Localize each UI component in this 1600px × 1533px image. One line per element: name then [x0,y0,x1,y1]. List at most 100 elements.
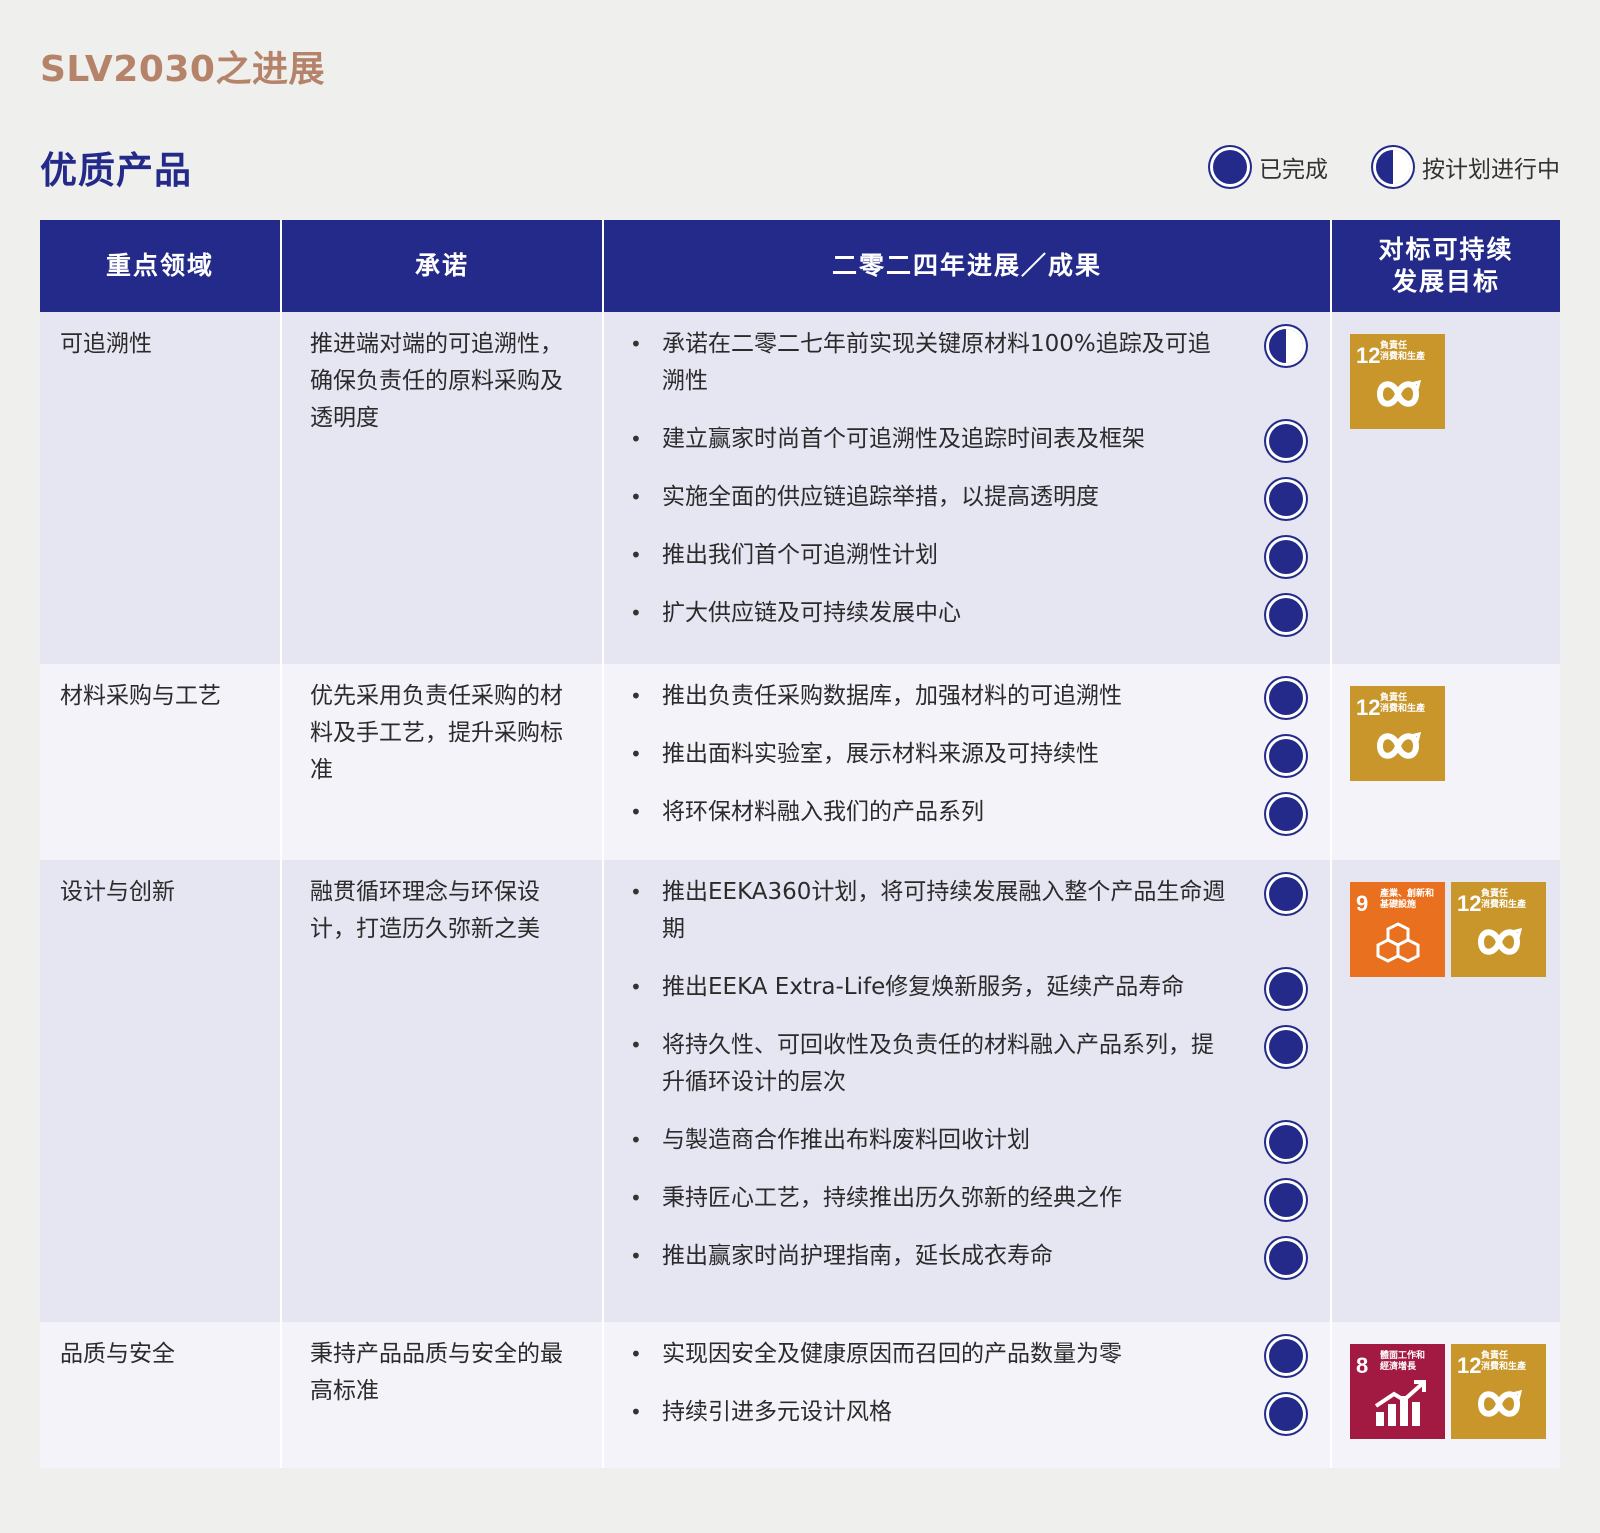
status-indicator [1266,969,1306,1006]
bullet: • [630,427,642,451]
table-header: 重点领域 承诺 二零二四年进展／成果 对标可持续 发展目标 [40,220,1560,312]
in-progress-status-icon [1269,329,1303,363]
bullet: • [630,1342,642,1366]
sdg-goal-9-tile: 9 產業、創新和 基礎設施 [1350,882,1445,977]
table-row: 可追溯性 推进端对端的可追溯性，确保负责任的原料采购及透明度 • 承诺在二零二七年前实… [40,312,1560,664]
progress-item-text: 持续引进多元设计风格 [662,1399,892,1425]
status-indicator [1266,1122,1306,1159]
completed-status-icon [1269,681,1303,715]
sdg-goal-label: 負責任 消費和生產 [1481,889,1527,910]
table-row: 设计与创新 融贯循环理念与环保设计，打造历久弥新之美 • 推出EEKA360计划，将可… [40,860,1560,1322]
completed-status-icon [1269,1030,1303,1064]
progress-item-text: 推出赢家时尚护理指南，延长成衣寿命 [662,1243,1053,1269]
progress-item-text: 秉持匠心工艺，持续推出历久弥新的经典之作 [662,1185,1122,1211]
focus-area-cell: 设计与创新 [60,879,175,905]
status-indicator [1266,794,1306,831]
column-header-progress: 二零二四年进展／成果 [602,220,1330,312]
completed-status-icon [1269,797,1303,831]
progress-item-text: 推出面料实验室，展示材料来源及可持续性 [662,741,1099,767]
progress-item-text: 实施全面的供应链追踪举措，以提高透明度 [662,484,1099,510]
progress-item: • 建立赢家时尚首个可追溯性及追踪时间表及框架 [628,421,1306,458]
status-indicator [1266,421,1306,458]
bullet: • [630,1128,642,1152]
table-row: 品质与安全 秉持产品品质与安全的最高标准 • 实现因安全及健康原因而召回的产品数量为零… [40,1322,1560,1468]
completed-status-icon [1269,482,1303,516]
sdg-goal-number: 12 [1457,891,1482,916]
bullet: • [630,1244,642,1268]
status-indicator [1266,678,1306,715]
progress-item: • 推出EEKA360计划，将可持续发展融入整个产品生命週期 [628,874,1306,948]
progress-cell: • 承诺在二零二七年前实现关键原材料100%追踪及可追溯性 • 建立赢家时尚首个可追溯… [602,312,1330,664]
sdg-goal-label: 產業、創新和 基礎設施 [1380,889,1435,910]
completed-status-icon [1269,1183,1303,1217]
status-indicator [1266,479,1306,516]
commitment-cell: 秉持产品品质与安全的最高标准 [280,1322,602,1468]
status-legend: 已完成 按计划进行中 [1165,150,1560,184]
completed-status-icon [1213,150,1247,184]
bullet: • [630,975,642,999]
page-title: 优质产品 [40,149,192,192]
progress-item: • 推出EEKA Extra-Life修复焕新服务，延续产品寿命 [628,969,1306,1006]
completed-status-icon [1269,1339,1303,1373]
in-progress-status-icon [1376,150,1410,184]
focus-area-cell: 可追溯性 [60,331,152,357]
progress-item: • 持续引进多元设计风格 [628,1394,1306,1431]
sdg-goal-label: 負責任 消費和生產 [1481,1351,1527,1372]
commitment-cell: 推进端对端的可追溯性，确保负责任的原料采购及透明度 [280,312,602,664]
progress-item: • 秉持匠心工艺，持续推出历久弥新的经典之作 [628,1180,1306,1217]
bullet: • [630,601,642,625]
bullet: • [630,1033,642,1057]
progress-cell: • 推出EEKA360计划，将可持续发展融入整个产品生命週期 • 推出EEKA Ext… [602,860,1330,1322]
sdg-goal-number: 12 [1457,1353,1482,1378]
progress-item: • 承诺在二零二七年前实现关键原材料100%追踪及可追溯性 [628,326,1306,400]
sdg-goal-12-tile: 12 負責任 消費和生產 [1451,1344,1546,1439]
progress-item: • 将环保材料融入我们的产品系列 [628,794,1306,831]
progress-item: • 与製造商合作推出布料废料回收计划 [628,1122,1306,1159]
sdg-cell: 8 體面工作和 經濟增長 12 負責任 消費和生產 [1330,1322,1560,1468]
sdg-goal-number: 9 [1356,891,1369,916]
table-body: 可追溯性 推进端对端的可追溯性，确保负责任的原料采购及透明度 • 承诺在二零二七年前实… [40,312,1560,1468]
status-indicator [1266,326,1306,363]
status-indicator [1266,1394,1306,1431]
commitment-cell: 融贯循环理念与环保设计，打造历久弥新之美 [280,860,602,1322]
bullet: • [630,742,642,766]
legend-completed: 已完成 [1213,150,1328,184]
progress-item-text: 承诺在二零二七年前实现关键原材料100%追踪及可追溯性 [662,331,1211,394]
completed-status-icon [1269,739,1303,773]
progress-item: • 实施全面的供应链追踪举措，以提高透明度 [628,479,1306,516]
table-row: 材料采购与工艺 优先采用负责任采购的材料及手工艺，提升采购标准 • 推出负责任采购数据… [40,664,1560,860]
bullet: • [630,1186,642,1210]
sdg-cell: 12 負責任 消費和生產 [1330,664,1560,860]
sdg-goal-number: 12 [1356,695,1381,720]
bullet: • [630,485,642,509]
bullet: • [630,543,642,567]
progress-item-text: 推出EEKA360计划，将可持续发展融入整个产品生命週期 [662,879,1226,942]
completed-status-icon [1269,598,1303,632]
progress-item: • 推出我们首个可追溯性计划 [628,537,1306,574]
completed-status-icon [1269,540,1303,574]
progress-item: • 推出赢家时尚护理指南，延长成衣寿命 [628,1238,1306,1275]
status-indicator [1266,537,1306,574]
completed-status-icon [1269,1241,1303,1275]
status-indicator [1266,1180,1306,1217]
sdg-goal-12-tile: 12 負責任 消費和生產 [1350,334,1445,429]
progress-item-text: 将环保材料融入我们的产品系列 [662,799,984,825]
sdg-cell: 9 產業、創新和 基礎設施 12 負責任 消費和生產 [1330,860,1560,1322]
progress-item-text: 建立赢家时尚首个可追溯性及追踪时间表及框架 [662,426,1145,452]
legend-in-progress: 按计划进行中 [1376,150,1560,184]
sdg-goal-label: 負責任 消費和生產 [1380,693,1426,714]
progress-item: • 实现因安全及健康原因而召回的产品数量为零 [628,1336,1306,1373]
focus-area-cell: 材料采购与工艺 [60,683,221,709]
progress-item-text: 推出负责任采购数据库，加强材料的可追溯性 [662,683,1122,709]
progress-item: • 将持久性、可回收性及负责任的材料融入产品系列，提升循环设计的层次 [628,1027,1306,1101]
completed-status-icon [1269,972,1303,1006]
progress-item: • 推出面料实验室，展示材料来源及可持续性 [628,736,1306,773]
progress-table: 重点领域 承诺 二零二四年进展／成果 对标可持续 发展目标 可追溯性 推进端对端的… [40,220,1560,1468]
bullet: • [630,880,642,904]
bullet: • [630,1400,642,1424]
completed-status-icon [1269,877,1303,911]
column-header-area: 重点领域 [105,251,214,280]
focus-area-cell: 品质与安全 [60,1341,175,1367]
sdg-goal-label: 體面工作和 經濟增長 [1380,1351,1426,1372]
progress-item: • 扩大供应链及可持续发展中心 [628,595,1306,632]
